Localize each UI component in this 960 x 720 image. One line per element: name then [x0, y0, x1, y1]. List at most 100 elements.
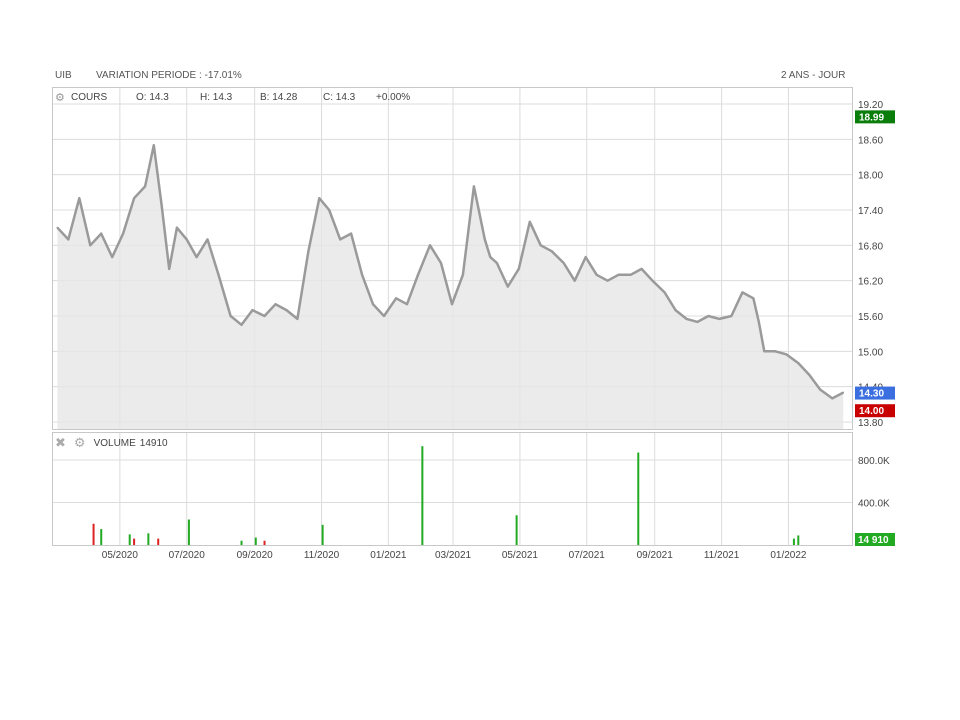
price-point [472, 185, 475, 188]
price-point [674, 309, 677, 312]
volume-bar [133, 538, 136, 545]
price-point [819, 388, 822, 391]
x-tick-label: 03/2021 [435, 550, 472, 561]
x-tick-label: 01/2021 [370, 550, 407, 561]
price-point [718, 318, 721, 320]
price-point [160, 203, 163, 206]
price-point [206, 238, 209, 241]
price-point [808, 373, 811, 376]
open-value: O: 14.3 [136, 91, 169, 103]
price-point [584, 256, 587, 259]
price-point [573, 279, 576, 282]
x-tick-label: 01/2022 [770, 550, 807, 561]
volume-badge: 14 910 [858, 535, 889, 546]
price-point [307, 250, 310, 253]
price-point [517, 267, 520, 270]
price-point [429, 244, 431, 247]
price-point [217, 273, 220, 276]
volume-header: ✖ ⚙ VOLUME 14910 [55, 435, 168, 451]
low-badge: 14.00 [859, 406, 884, 417]
price-point [629, 273, 632, 276]
current-price-badge: 14.30 [859, 389, 884, 400]
price-point [797, 362, 800, 365]
price-point [133, 197, 136, 200]
price-point [263, 315, 266, 317]
y-tick-label: 16.80 [858, 241, 883, 252]
price-point [757, 320, 760, 323]
price-point [361, 273, 363, 276]
price-point [229, 315, 232, 317]
price-point [451, 303, 453, 306]
volume-bar [92, 523, 95, 545]
y-tick-label: 18.00 [858, 171, 883, 182]
price-point [483, 238, 486, 241]
price-point [406, 303, 408, 306]
price-point [489, 256, 492, 259]
price-area [57, 145, 844, 429]
price-point [144, 185, 146, 188]
volume-bar [797, 535, 800, 545]
close-icon[interactable]: ✖ [55, 435, 66, 451]
volume-bar [147, 533, 150, 545]
price-point [122, 232, 125, 235]
volume-bar [240, 540, 243, 545]
price-point [251, 309, 254, 312]
price-point [350, 232, 353, 235]
price-point [78, 197, 81, 200]
x-tick-label: 07/2021 [569, 550, 606, 561]
price-point [741, 291, 744, 294]
series-label: COURS [71, 91, 108, 103]
price-point [462, 273, 464, 276]
volume-bar [128, 534, 131, 545]
x-tick-label: 07/2020 [169, 550, 206, 561]
volume-tick-label: 400.0K [858, 499, 890, 510]
price-point [506, 285, 509, 288]
low-value: B: 14.28 [260, 91, 298, 103]
y-tick-label: 18.60 [858, 135, 883, 146]
price-point [67, 238, 70, 241]
price-point [606, 279, 609, 282]
price-point [707, 315, 710, 317]
gear-icon[interactable]: ⚙ [55, 91, 67, 104]
price-point [696, 320, 699, 323]
price-point [274, 303, 277, 306]
price-point [539, 244, 542, 247]
price-point [195, 256, 198, 259]
ohlc-bar: ⚙ COURS O: 14.3 H: 14.3 B: 14.28 C: 14.3… [55, 90, 410, 104]
price-point [383, 315, 385, 317]
price-point [100, 232, 103, 235]
price-point [562, 262, 565, 264]
price-point [175, 226, 178, 229]
price-point [774, 350, 777, 353]
price-point [185, 238, 188, 241]
price-point [685, 318, 688, 320]
volume-bar [321, 524, 324, 545]
volume-bar [637, 452, 640, 545]
volume-bar [421, 446, 424, 545]
price-point [240, 323, 243, 326]
price-point [842, 391, 845, 394]
high-badge: 18.99 [859, 112, 884, 123]
gear-icon[interactable]: ⚙ [74, 435, 86, 451]
price-point [152, 144, 155, 147]
price-point [752, 297, 755, 300]
price-point [785, 353, 788, 356]
price-point [89, 244, 92, 247]
x-tick-label: 11/2021 [704, 550, 740, 561]
volume-bar [187, 519, 190, 545]
price-point [318, 197, 321, 200]
price-point [296, 318, 299, 320]
price-point [663, 291, 666, 294]
high-value: H: 14.3 [200, 91, 233, 103]
price-point [528, 220, 531, 223]
stock-chart: 05/2020 07/2020 09/2020 11/2020 01/2021 03/20… [53, 88, 895, 561]
volume-bar [254, 537, 257, 545]
y-tick-label: 19.20 [858, 100, 883, 111]
x-tick-label: 11/2020 [304, 550, 340, 561]
volume-value: 14910 [139, 437, 168, 449]
close-value: C: 14.3 [323, 91, 356, 103]
price-point [730, 315, 733, 317]
x-tick-label: 09/2021 [637, 550, 674, 561]
x-tick-label: 05/2021 [502, 550, 539, 561]
volume-bar [792, 538, 795, 545]
